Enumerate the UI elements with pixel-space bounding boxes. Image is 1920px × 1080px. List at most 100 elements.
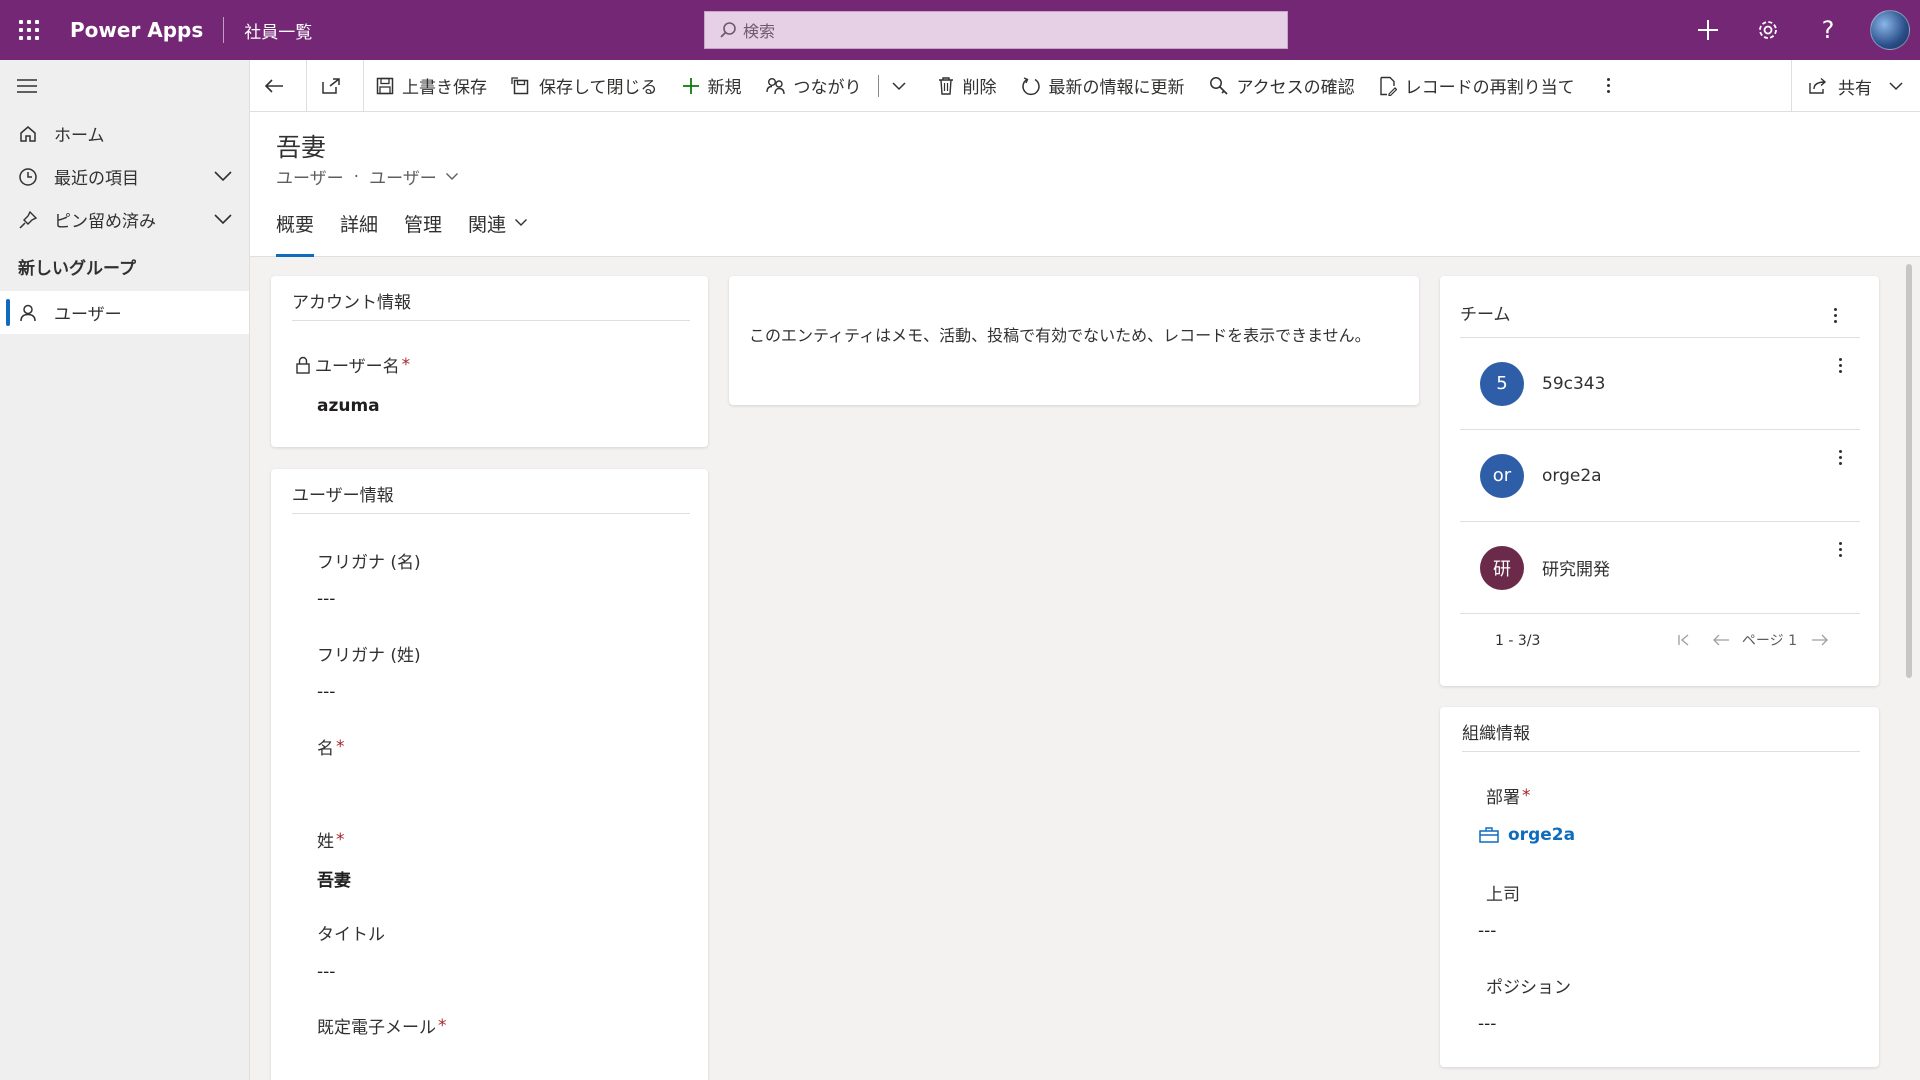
card-divider xyxy=(1462,751,1860,752)
clock-icon xyxy=(16,167,40,187)
reassign-button[interactable]: レコードの再割り当て xyxy=(1367,60,1587,112)
nav-item-users[interactable]: ユーザー xyxy=(0,291,249,334)
team-name[interactable]: 研究開発 xyxy=(1542,555,1610,580)
settings-gear-icon[interactable] xyxy=(1738,0,1798,60)
team-avatar: 5 xyxy=(1480,361,1524,406)
position-value[interactable]: --- xyxy=(1478,1014,1496,1034)
more-vertical-icon[interactable] xyxy=(1834,308,1837,323)
card-divider xyxy=(292,320,690,321)
chevron-down-icon[interactable] xyxy=(213,167,233,187)
more-commands-button[interactable] xyxy=(1587,60,1630,112)
team-avatar: or xyxy=(1480,453,1524,498)
department-value[interactable]: orge2a xyxy=(1508,825,1575,845)
record-subtitle: ユーザー · ユーザー xyxy=(276,164,459,189)
card-title: アカウント情報 xyxy=(292,293,411,313)
furigana-last-label: フリガナ (姓) xyxy=(317,646,421,666)
form-tabs: 概要 詳細 管理 関連 xyxy=(276,210,554,257)
arrow-left-icon[interactable] xyxy=(1712,633,1730,647)
username-label: ユーザー名 * xyxy=(295,352,410,377)
person-icon xyxy=(16,303,40,323)
furigana-last-value[interactable]: --- xyxy=(317,682,335,702)
arrow-left-icon xyxy=(264,78,283,93)
save-and-close-button[interactable]: 保存して閉じる xyxy=(499,60,670,112)
first-page-icon[interactable] xyxy=(1676,633,1692,647)
team-avatar: 研 xyxy=(1480,545,1524,590)
record-title: 吾妻 xyxy=(276,133,327,162)
department-lookup[interactable]: orge2a xyxy=(1478,825,1575,845)
user-avatar[interactable] xyxy=(1870,10,1910,50)
command-bar: 上書き保存 保存して閉じる 新規 つながり 削除 最新の情報に更新 アクセスの確… xyxy=(250,59,1920,112)
team-name[interactable]: orge2a xyxy=(1542,466,1602,486)
card-title: チーム xyxy=(1460,305,1511,325)
new-label: 新規 xyxy=(707,78,742,98)
page-scrollbar[interactable] xyxy=(1906,264,1912,678)
share-icon xyxy=(1809,77,1827,94)
split-divider xyxy=(877,74,879,97)
team-pagination: ページ 1 xyxy=(1676,630,1829,650)
tab-details[interactable]: 詳細 xyxy=(340,210,378,257)
more-vertical-icon[interactable] xyxy=(1839,542,1842,557)
save-button[interactable]: 上書き保存 xyxy=(364,60,499,112)
help-icon[interactable]: ? xyxy=(1798,0,1858,60)
search-input[interactable]: 検索 xyxy=(704,11,1288,49)
more-vertical-icon[interactable] xyxy=(1839,358,1842,373)
team-card: チーム 5 59c343 or orge2a 研 研究開発 1 - 3/3 ペー… xyxy=(1440,276,1879,686)
nav-item-home[interactable]: ホーム xyxy=(0,112,249,155)
timeline-message: このエンティティはメモ、活動、投稿で有効でないため、レコードを表示できません。 xyxy=(749,326,1371,345)
chevron-down-icon[interactable] xyxy=(213,210,233,230)
department-label: 部署 * xyxy=(1486,785,1531,809)
check-access-button[interactable]: アクセスの確認 xyxy=(1197,60,1367,112)
nav-item-recent[interactable]: 最近の項目 xyxy=(0,155,249,198)
form-selector[interactable]: ユーザー xyxy=(369,164,437,189)
open-in-new-window-icon xyxy=(322,77,340,94)
team-row[interactable]: or orge2a xyxy=(1460,430,1860,522)
primary-email-value[interactable] xyxy=(317,1052,657,1078)
page-indicator: ページ 1 xyxy=(1741,633,1797,649)
team-row[interactable]: 研 研究開発 xyxy=(1460,522,1860,614)
team-name[interactable]: 59c343 xyxy=(1542,374,1605,394)
job-title-value[interactable]: --- xyxy=(317,962,335,982)
nav-item-pinned[interactable]: ピン留め済み xyxy=(0,198,249,241)
connect-label: つながり xyxy=(793,78,862,98)
last-name-value[interactable]: 吾妻 xyxy=(317,866,351,891)
tab-administration[interactable]: 管理 xyxy=(404,210,442,257)
card-title: 組織情報 xyxy=(1462,724,1530,744)
open-new-window-button[interactable] xyxy=(307,60,363,112)
refresh-button[interactable]: 最新の情報に更新 xyxy=(1009,60,1197,112)
nav-toggle-hamburger-icon[interactable] xyxy=(0,60,249,112)
top-bar: Power Apps 社員一覧 検索 ? xyxy=(0,0,1920,60)
delete-button[interactable]: 削除 xyxy=(925,60,1009,112)
manager-value[interactable]: --- xyxy=(1478,921,1496,941)
briefcase-icon xyxy=(1479,827,1499,843)
app-name[interactable]: Power Apps xyxy=(70,18,203,42)
app-launcher-icon[interactable] xyxy=(0,0,58,60)
username-value[interactable]: azuma xyxy=(317,396,380,416)
connect-button[interactable]: つながり xyxy=(754,60,868,112)
app-title[interactable]: 社員一覧 xyxy=(244,18,312,43)
furigana-first-value[interactable]: --- xyxy=(317,589,335,609)
manager-label: 上司 xyxy=(1486,885,1520,905)
connect-dropdown-button[interactable] xyxy=(868,60,925,112)
tab-related[interactable]: 関連 xyxy=(468,210,528,257)
first-name-value[interactable] xyxy=(317,772,657,798)
chevron-down-icon xyxy=(1889,82,1903,91)
share-button[interactable]: 共有 xyxy=(1791,60,1920,112)
more-vertical-icon[interactable] xyxy=(1839,450,1842,465)
user-info-card: ユーザー情報 フリガナ (名) --- フリガナ (姓) --- 名 * 姓 * 吾… xyxy=(271,469,708,1080)
subtitle-separator: · xyxy=(353,166,360,187)
save-disk-icon xyxy=(376,77,394,94)
arrow-right-icon[interactable] xyxy=(1811,633,1829,647)
team-record-range: 1 - 3/3 xyxy=(1495,633,1541,649)
trash-icon xyxy=(938,76,953,95)
tab-summary[interactable]: 概要 xyxy=(276,210,315,257)
nav-item-label: ピン留め済み xyxy=(54,212,156,232)
team-row[interactable]: 5 59c343 xyxy=(1460,338,1860,430)
people-connect-icon xyxy=(765,77,785,94)
chevron-down-icon xyxy=(891,81,906,90)
chevron-down-icon[interactable] xyxy=(445,172,459,181)
furigana-first-label: フリガナ (名) xyxy=(317,553,421,573)
add-icon[interactable] xyxy=(1678,0,1738,60)
back-button[interactable] xyxy=(250,60,306,112)
first-name-label: 名 * xyxy=(317,736,345,760)
new-record-button[interactable]: 新規 xyxy=(670,60,754,112)
